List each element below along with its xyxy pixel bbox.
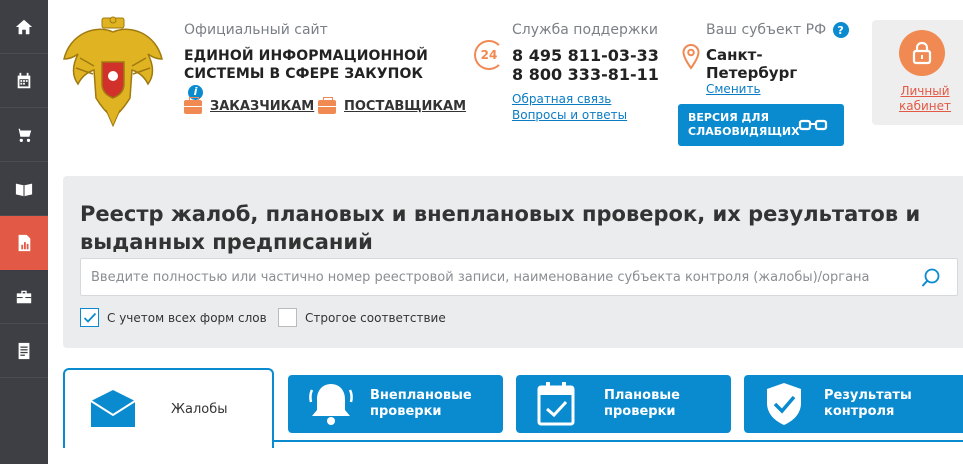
bell-icon xyxy=(309,384,353,425)
feedback-link[interactable]: Обратная связь xyxy=(512,92,611,106)
suppliers-link[interactable]: ПОСТАВЩИКАМ xyxy=(318,96,467,114)
sidebar-item-documents[interactable] xyxy=(0,324,48,378)
sidebar-item-library[interactable] xyxy=(0,162,48,216)
personal-cabinet-link[interactable]: Личный кабинет xyxy=(897,84,953,114)
personal-cabinet[interactable]: Личный кабинет xyxy=(872,20,963,125)
document-list-icon xyxy=(18,342,30,359)
strict-match-label: Строгое соответствие xyxy=(305,310,446,325)
site-label: Официальный сайт xyxy=(184,22,328,38)
tab-results-label: Результаты контроля xyxy=(824,388,912,419)
location-pin-icon xyxy=(682,44,700,70)
envelope-icon xyxy=(90,390,136,427)
tab-control-results[interactable]: Результаты контроля xyxy=(744,375,963,433)
tab-complaints-label: Жалобы xyxy=(171,401,228,417)
tab-bar-underline xyxy=(274,440,963,442)
sidebar-item-home[interactable] xyxy=(0,0,48,54)
briefcase-icon xyxy=(16,290,32,303)
tab-scheduled-label: Плановые проверки xyxy=(604,388,680,419)
shield-check-icon xyxy=(767,383,801,425)
strict-match-checkbox[interactable] xyxy=(278,308,297,327)
customers-link-label: ЗАКАЗЧИКАМ xyxy=(210,99,315,114)
faq-link[interactable]: Вопросы и ответы xyxy=(512,108,627,122)
sidebar-item-cart[interactable] xyxy=(0,108,48,162)
change-region-link[interactable]: Сменить xyxy=(706,82,761,96)
book-icon xyxy=(15,183,33,196)
report-chart-icon xyxy=(18,234,31,251)
tab-unscheduled-label: Внеплановые проверки xyxy=(370,388,472,419)
search-input[interactable] xyxy=(81,269,901,285)
coat-of-arms-logo[interactable] xyxy=(60,14,166,129)
sidebar xyxy=(0,0,48,464)
tab-unscheduled-inspections[interactable]: Внеплановые проверки xyxy=(288,375,503,433)
region-label: Ваш субъект РФ ? xyxy=(706,22,849,38)
search-panel: Реестр жалоб, плановых и внеплановых про… xyxy=(63,176,963,348)
support-phone-1[interactable]: 8 495 811-03-33 xyxy=(512,46,659,65)
all-word-forms-checkbox[interactable] xyxy=(80,308,99,327)
accessibility-version-button[interactable]: ВЕРСИЯ ДЛЯ СЛАБОВИДЯЩИХ xyxy=(678,104,844,146)
help-icon[interactable]: ? xyxy=(832,22,849,38)
region-name: Санкт-Петербург xyxy=(706,46,798,82)
home-icon xyxy=(15,19,33,34)
search-box xyxy=(80,258,958,296)
calendar-icon xyxy=(17,72,31,88)
search-icon[interactable] xyxy=(921,268,941,288)
support-label: Служба поддержки xyxy=(512,22,659,38)
cart-icon xyxy=(15,128,32,142)
suppliers-link-label: ПОСТАВЩИКАМ xyxy=(344,99,467,114)
calendar-check-icon xyxy=(537,382,575,426)
strict-match-option[interactable]: Строгое соответствие xyxy=(278,308,446,327)
support-phone-2[interactable]: 8 800 333-81-11 xyxy=(512,65,659,84)
page-title: Реестр жалоб, плановых и внеплановых про… xyxy=(80,202,921,254)
checkmark-icon xyxy=(83,312,96,323)
all-word-forms-label: С учетом всех форм слов xyxy=(107,310,267,325)
tab-scheduled-inspections[interactable]: Плановые проверки xyxy=(516,375,731,433)
lock-icon xyxy=(899,30,945,76)
tab-complaints[interactable]: Жалобы xyxy=(63,368,274,448)
support-24-icon: 24 xyxy=(474,40,504,70)
sidebar-item-reports[interactable] xyxy=(0,216,48,270)
region-label-text: Ваш субъект РФ xyxy=(706,22,827,38)
briefcase-icon xyxy=(318,96,336,114)
sidebar-item-calendar[interactable] xyxy=(0,54,48,108)
sidebar-item-business[interactable] xyxy=(0,270,48,324)
customers-link[interactable]: ЗАКАЗЧИКАМ xyxy=(184,96,315,114)
all-word-forms-option[interactable]: С учетом всех форм слов xyxy=(80,308,267,327)
accessibility-button-label: ВЕРСИЯ ДЛЯ СЛАБОВИДЯЩИХ xyxy=(688,111,800,138)
briefcase-icon xyxy=(184,96,202,114)
glasses-icon xyxy=(798,119,828,131)
site-name-text: ЕДИНОЙ ИНФОРМАЦИОННОЙ СИСТЕМЫ В СФЕРЕ ЗА… xyxy=(184,48,428,82)
site-name: ЕДИНОЙ ИНФОРМАЦИОННОЙ СИСТЕМЫ В СФЕРЕ ЗА… xyxy=(184,47,434,101)
